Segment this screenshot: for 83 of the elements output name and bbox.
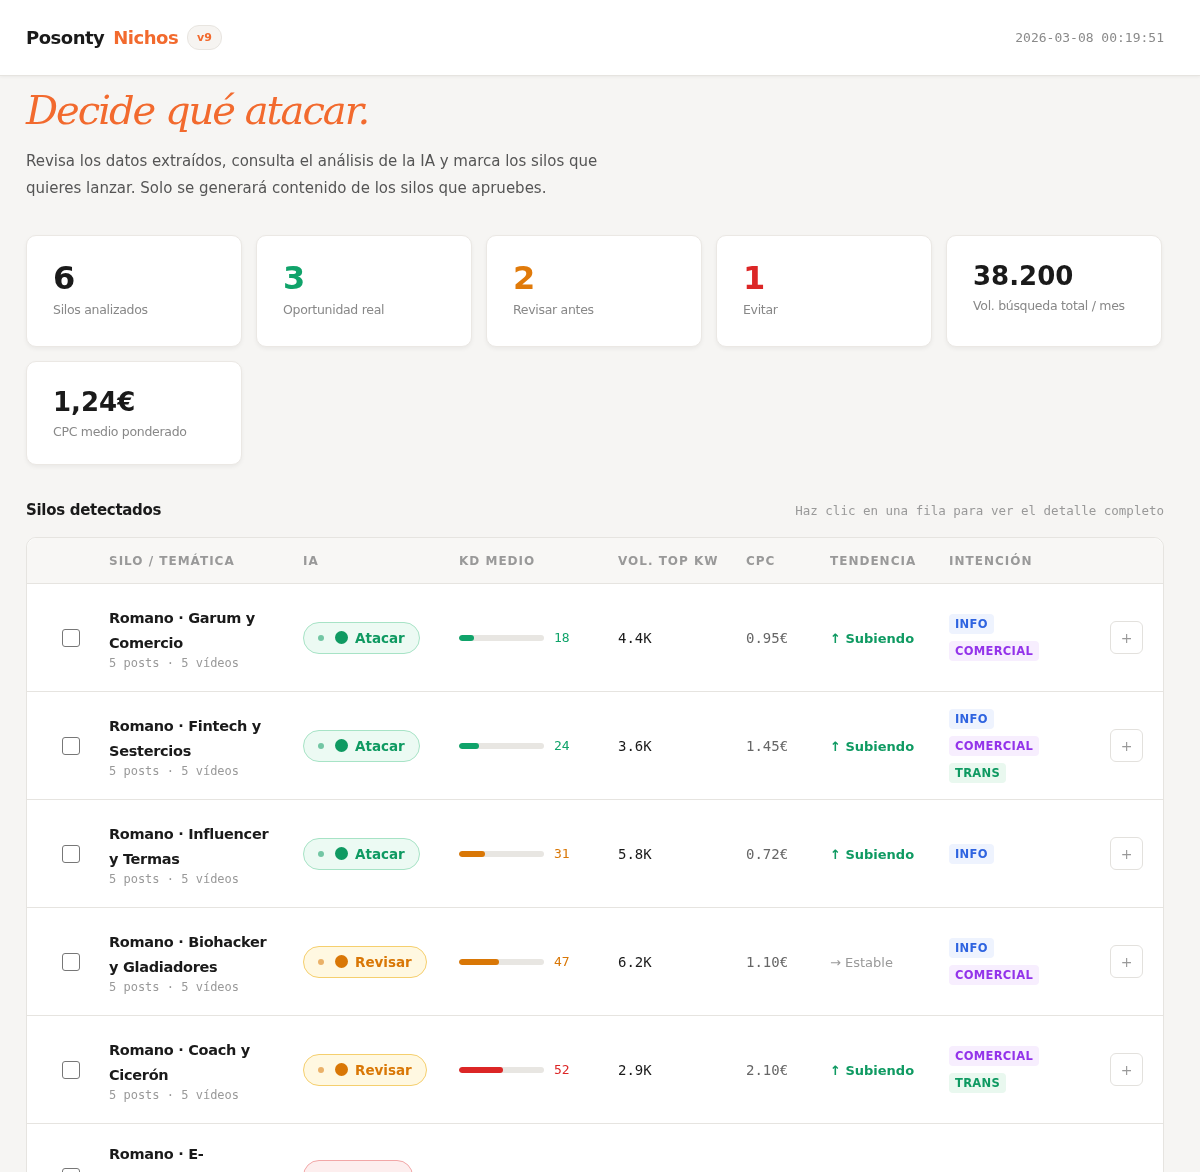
stat-label: Oportunidad real [283,302,386,317]
stat-value: 6 [53,260,77,296]
stat-label: Evitar [743,302,779,317]
volume-value: 5.8K [618,846,652,862]
ia-status-badge: Atacar [303,621,420,654]
intent-tag: INFO [949,614,994,634]
trend-label: ↑ Subiendo [830,739,915,754]
row-checkbox[interactable] [62,736,80,755]
intent-tag: INFO [949,938,994,958]
section-title: Silos detectados [26,501,162,519]
expand-button[interactable]: + [1110,621,1143,654]
column-header: VOL. TOP KW [618,553,720,568]
intent-tag: TRANS [949,762,1006,783]
stat-label: CPC medio ponderado [53,424,188,439]
silo-meta: 5 posts · 5 vídeos [109,1087,241,1102]
intent-tag: COMERCIAL [949,735,1040,756]
expand-button[interactable]: + [1110,729,1143,762]
silo-name: Romano · Coach y Cicerón [109,1040,251,1085]
intent-tag: INFO [949,843,994,864]
column-header: TENDENCIA [830,553,918,568]
cpc-value: 2.10€ [746,1062,789,1078]
column-header: KD MEDIO [459,553,537,568]
kd-value: 18 [554,630,570,645]
stat-label: Revisar antes [513,302,595,317]
product-name: Nichos [113,27,179,48]
stat-label: Silos analizados [53,302,149,317]
row-checkbox[interactable] [62,628,80,647]
trend-label: → Estable [830,955,893,970]
kd-value: 31 [554,846,570,861]
timestamp: 2026-03-08 00:19:51 [1015,30,1164,45]
ia-status-badge: Atacar [303,837,420,870]
kd-value: 24 [554,738,570,753]
table-hint: Haz clic en una fila para ver el detalle completo [795,502,1164,518]
stat-value: 1 [743,260,767,296]
kd-value: 52 [554,1062,570,1077]
brand-name: Posonty [26,27,105,48]
row-checkbox[interactable] [62,1060,80,1079]
expand-button[interactable]: + [1110,1053,1143,1086]
stat-value: 2 [513,260,537,296]
intent-tag: COMERCIAL [949,1046,1040,1066]
expand-button[interactable]: + [1110,837,1143,870]
trend-label: ↑ Subiendo [830,847,915,862]
column-header: CPC [746,553,777,568]
silo-name: Romano · E- [109,1145,205,1164]
cpc-value: 1.10€ [746,954,789,970]
ia-status-badge: Revisar [303,1053,427,1086]
stat-label: Vol. búsqueda total / mes [973,298,1126,313]
silo-meta: 5 posts · 5 vídeos [109,655,241,670]
silo-name: Romano · Biohacker y Gladiadores [109,932,268,977]
column-header: INTENCIÓN [949,553,1034,568]
trend-label: ↑ Subiendo [830,631,915,646]
row-checkbox[interactable] [62,952,80,971]
page-subtitle: Revisa los datos extraídos, consulta el análisis de la IA y marca los silos que quieres lanzar. Solo se generará contenido de los silos que apruebes. [26,151,599,199]
trend-label: ↑ Subiendo [830,1063,915,1078]
silo-name: Romano · Garum y Comercio [109,608,256,653]
silo-meta: 5 posts · 5 vídeos [109,871,241,886]
intent-tag: COMERCIAL [949,965,1040,985]
version-badge: v9 [187,25,222,50]
cpc-value: 0.95€ [746,630,789,646]
cpc-value: 0.72€ [746,846,789,862]
stat-value: 1,24€ [53,386,137,418]
volume-value: 4.4K [618,630,652,646]
ia-status-badge: Atacar [303,729,420,762]
volume-value: 6.2K [618,954,652,970]
volume-value: 2.9K [618,1062,652,1078]
intent-tag: TRANS [949,1073,1006,1093]
expand-button[interactable]: + [1110,945,1143,978]
page-title: Decide qué atacar. [26,86,370,135]
cpc-value: 1.45€ [746,738,789,754]
stat-value: 38.200 [973,260,1075,292]
volume-value: 3.6K [618,738,652,754]
silo-name: Romano · Fintech y Sestercios [109,716,262,761]
column-header: IA [303,553,320,568]
silo-name: Romano · Influencer y Termas [109,824,269,869]
ia-status-badge: Revisar [303,945,427,978]
column-header: SILO / TEMÁTICA [109,553,236,568]
silo-meta: 5 posts · 5 vídeos [109,979,241,994]
silo-meta: 5 posts · 5 vídeos [109,763,241,778]
intent-tag: INFO [949,708,994,729]
stat-value: 3 [283,260,307,296]
intent-tag: COMERCIAL [949,641,1040,661]
row-checkbox[interactable] [62,844,80,863]
kd-value: 47 [554,954,570,969]
